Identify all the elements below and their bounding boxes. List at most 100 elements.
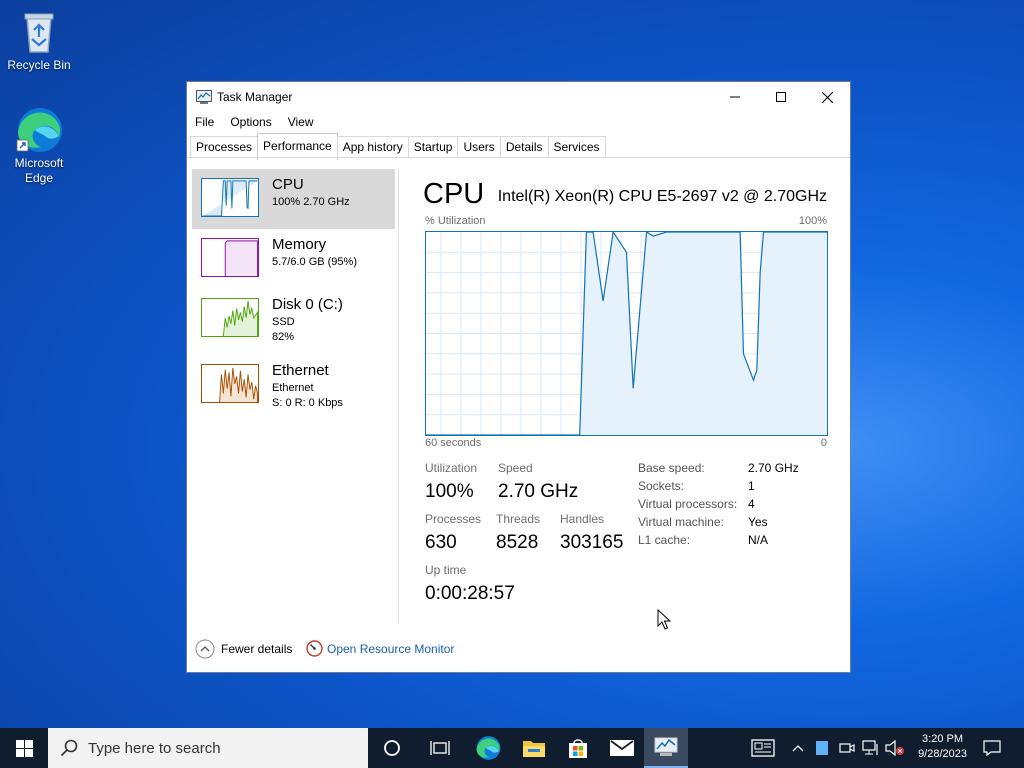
sidebar-item-detail: SSD	[272, 316, 295, 328]
processes-label: Processes	[425, 512, 482, 526]
sidebar-item-detail: 82%	[272, 331, 295, 343]
speed-label: Speed	[498, 461, 533, 475]
spec-label-base-speed: Base speed:	[638, 461, 705, 475]
taskbar-search-box[interactable]: Type here to search	[48, 728, 368, 768]
handles-label: Handles	[560, 512, 605, 526]
task-view-icon	[430, 741, 450, 755]
footer-bar: Fewer details Open Resource Monitor	[187, 635, 850, 665]
tray-square-icon	[816, 741, 828, 755]
title-bar[interactable]: Task Manager	[187, 82, 850, 112]
volume-muted-icon	[885, 740, 904, 756]
tab-services[interactable]: Services	[547, 136, 606, 158]
sidebar-divider	[398, 169, 399, 624]
processes-value: 630	[425, 532, 457, 553]
taskbar-store-button[interactable]	[556, 728, 600, 768]
memory-thumbnail-graph	[201, 238, 259, 277]
tray-network-button[interactable]	[860, 728, 882, 768]
mouse-cursor-icon	[657, 609, 671, 630]
open-resource-monitor-link[interactable]: Open Resource Monitor	[327, 642, 454, 656]
store-bag-icon	[569, 739, 587, 758]
tray-news-button[interactable]	[746, 728, 780, 768]
minimize-button[interactable]	[712, 82, 758, 112]
tray-app-button[interactable]	[812, 728, 832, 768]
cpu-thumbnail-graph	[201, 178, 259, 217]
sidebar-item-label: Memory	[272, 236, 327, 253]
desktop-icon-microsoft-edge[interactable]: Microsoft Edge	[1, 106, 77, 186]
taskbar: Type here to search 3:20 PM 9/28/2023	[0, 728, 1024, 768]
fewer-details-link[interactable]: Fewer details	[221, 642, 292, 656]
spec-value-base-speed: 2.70 GHz	[748, 461, 799, 475]
sidebar-item-ethernet[interactable]: Ethernet Ethernet S: 0 R: 0 Kbps	[192, 355, 395, 415]
edge-icon	[476, 736, 501, 760]
sidebar-item-detail: 100% 2.70 GHz	[272, 196, 350, 208]
sidebar-item-detail: 5.7/6.0 GB (95%)	[272, 256, 357, 268]
utilization-label: Utilization	[425, 461, 478, 475]
tab-processes[interactable]: Processes	[190, 136, 259, 158]
menu-file[interactable]: File	[187, 113, 222, 133]
desktop-icon-label: Recycle Bin	[7, 58, 71, 72]
tray-meet-now-button[interactable]	[836, 728, 858, 768]
taskbar-file-explorer-button[interactable]	[512, 728, 556, 768]
action-center-button[interactable]	[972, 728, 1012, 768]
sidebar-item-detail: Ethernet	[272, 382, 314, 394]
sidebar-item-memory[interactable]: Memory 5.7/6.0 GB (95%)	[192, 229, 395, 289]
clock-date: 9/28/2023	[918, 748, 967, 760]
tab-startup[interactable]: Startup	[407, 136, 459, 158]
task-manager-window: Task Manager File Options View Processes…	[186, 81, 851, 673]
meet-now-icon	[839, 743, 855, 753]
tab-details[interactable]: Details	[499, 136, 549, 158]
tab-app-history[interactable]: App history	[336, 136, 409, 158]
show-hidden-icons-button[interactable]	[788, 728, 808, 768]
graph-time-span: 60 seconds	[425, 437, 482, 449]
threads-label: Threads	[496, 512, 541, 526]
cortana-button[interactable]	[370, 728, 414, 768]
network-icon	[862, 740, 878, 755]
task-view-button[interactable]	[418, 728, 462, 768]
sidebar-item-disk[interactable]: Disk 0 (C:) SSD 82%	[192, 289, 395, 349]
search-placeholder: Type here to search	[88, 740, 221, 757]
task-manager-icon	[654, 737, 678, 756]
tab-users[interactable]: Users	[457, 136, 501, 158]
sidebar-item-label: Disk 0 (C:)	[272, 296, 343, 313]
taskbar-clock[interactable]: 3:20 PM 9/28/2023	[918, 732, 967, 762]
disk-thumbnail-graph	[201, 298, 259, 337]
spec-label-sockets: Sockets:	[638, 479, 685, 493]
start-button[interactable]	[0, 728, 48, 768]
performance-sidebar: CPU 100% 2.70 GHz Memory 5.7/6.0 GB (95%…	[192, 169, 395, 624]
taskbar-edge-button[interactable]	[466, 728, 510, 768]
tab-divider	[187, 157, 850, 158]
threads-value: 8528	[496, 532, 539, 553]
cpu-utilization-graph	[425, 231, 828, 436]
tab-strip: Processes Performance App history Startu…	[190, 133, 606, 160]
search-icon	[60, 739, 78, 757]
desktop-icon-recycle-bin[interactable]: Recycle Bin	[1, 8, 77, 73]
ethernet-thumbnail-graph	[201, 364, 259, 403]
tray-volume-button[interactable]	[884, 728, 906, 768]
menu-options[interactable]: Options	[222, 113, 279, 133]
sidebar-item-cpu[interactable]: CPU 100% 2.70 GHz	[192, 169, 395, 229]
tab-performance[interactable]: Performance	[257, 133, 338, 160]
sidebar-item-label: Ethernet	[272, 362, 329, 379]
maximize-button[interactable]	[758, 82, 804, 112]
menu-view[interactable]: View	[280, 113, 322, 133]
speed-value: 2.70 GHz	[498, 481, 579, 502]
taskbar-mail-button[interactable]	[600, 728, 644, 768]
cpu-model-name: Intel(R) Xeon(R) CPU E5-2697 v2 @ 2.70GH…	[497, 188, 827, 205]
close-button[interactable]	[804, 82, 850, 112]
spec-value-l1-cache: N/A	[748, 533, 769, 547]
taskbar-task-manager-button[interactable]	[644, 728, 688, 768]
desktop-icon-label: Microsoft Edge	[14, 156, 64, 185]
handles-value: 303165	[560, 532, 624, 553]
spec-label-l1-cache: L1 cache:	[638, 533, 691, 547]
spec-value-sockets: 1	[748, 479, 755, 493]
windows-logo-icon	[15, 739, 33, 757]
utilization-axis-label: % Utilization	[425, 215, 486, 227]
graph-time-zero: 0	[820, 437, 827, 449]
maximize-icon	[776, 92, 786, 102]
spec-label-virtual-machine: Virtual machine:	[638, 515, 724, 529]
window-title: Task Manager	[217, 90, 293, 104]
utilization-value: 100%	[425, 481, 474, 502]
folder-icon	[523, 741, 545, 757]
chevron-up-circle-icon[interactable]	[195, 639, 215, 659]
sidebar-item-label: CPU	[272, 176, 304, 193]
